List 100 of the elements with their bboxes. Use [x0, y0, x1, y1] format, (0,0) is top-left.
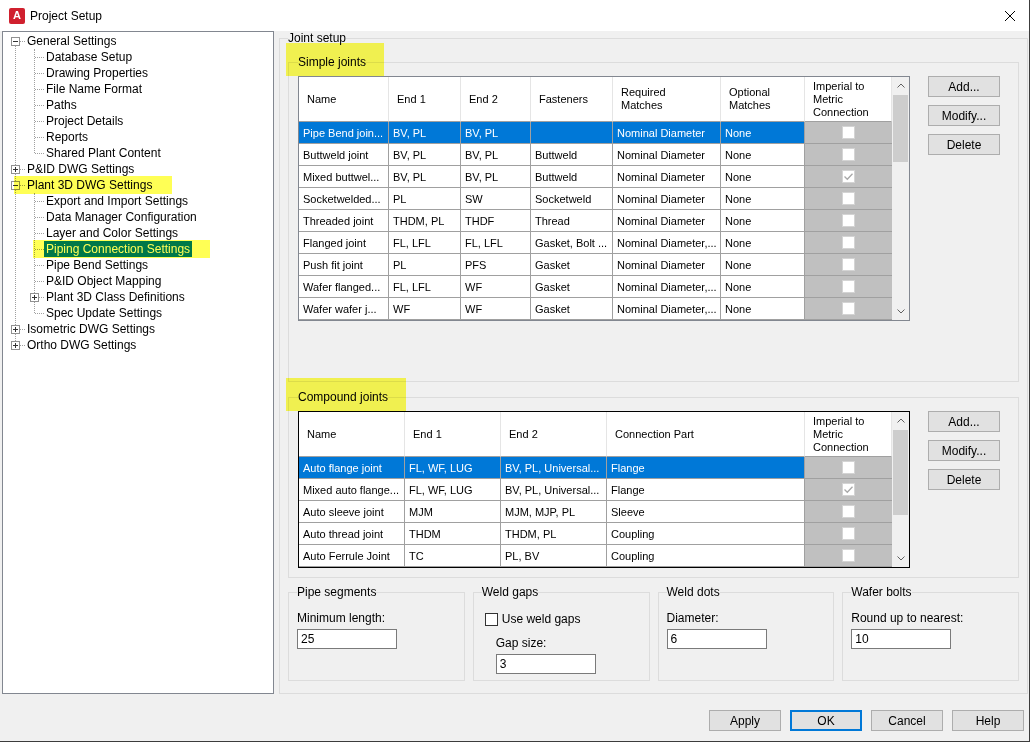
- column-header: Connection Part: [607, 412, 805, 457]
- group-title: Joint setup: [288, 31, 347, 45]
- table-cell: Wafer flanged...: [299, 276, 389, 298]
- table-row[interactable]: Auto sleeve joint MJM MJM, MJP, PL Sleeve: [299, 501, 892, 523]
- tree-item[interactable]: Layer and Color Settings: [44, 225, 181, 241]
- text-field[interactable]: 10: [851, 629, 952, 649]
- column-header: Fasteners: [531, 77, 613, 122]
- table-cell: BV, PL: [461, 122, 531, 144]
- action-button[interactable]: Add...: [928, 76, 1000, 97]
- table-row[interactable]: Push fit joint PL PFS Gasket Nominal Diameter None: [299, 254, 892, 276]
- table-cell: BV, PL: [461, 166, 531, 188]
- chevron-down-icon[interactable]: [896, 309, 905, 314]
- table-cell: Buttweld: [531, 166, 613, 188]
- table-row[interactable]: Auto thread joint THDM THDM, PL Coupling: [299, 523, 892, 545]
- table-cell: Nominal Diameter,...: [613, 276, 721, 298]
- table-row[interactable]: Auto Ferrule Joint TC PL, BV Coupling: [299, 545, 892, 567]
- table-cell: Gasket: [531, 276, 613, 298]
- action-button[interactable]: Delete: [928, 134, 1000, 155]
- table-cell: Push fit joint: [299, 254, 389, 276]
- plus-box-icon[interactable]: [30, 293, 39, 302]
- tree-item[interactable]: General Settings: [25, 33, 119, 49]
- table-row[interactable]: Mixed buttwel... BV, PL BV, PL Buttweld Nominal Diameter None: [299, 166, 892, 188]
- tree-item[interactable]: P&ID Object Mapping: [44, 273, 164, 289]
- tree-item[interactable]: Plant 3D DWG Settings: [25, 177, 155, 193]
- minus-box-icon[interactable]: [11, 37, 20, 46]
- table-cell: BV, PL, Universal...: [501, 479, 607, 501]
- table-row[interactable]: Auto flange joint FL, WF, LUG BV, PL, Universal... Flange: [299, 457, 892, 479]
- action-button[interactable]: Modify...: [928, 105, 1000, 126]
- table-row[interactable]: Threaded joint THDM, PL THDF Thread Nominal Diameter None: [299, 210, 892, 232]
- table-cell: FL, LFL: [389, 276, 461, 298]
- table-cell: Nominal Diameter: [613, 144, 721, 166]
- dialog-button[interactable]: Help: [952, 710, 1024, 731]
- table-cell: PL: [389, 188, 461, 210]
- plus-box-icon[interactable]: [11, 325, 20, 334]
- table-row[interactable]: Buttweld joint BV, PL BV, PL Buttweld Nominal Diameter None: [299, 144, 892, 166]
- tree-item[interactable]: Database Setup: [44, 49, 135, 65]
- table-cell: BV, PL: [389, 122, 461, 144]
- tree-item[interactable]: Ortho DWG Settings: [25, 337, 139, 353]
- table-cell: MJM: [405, 501, 501, 523]
- table-cell: Coupling: [607, 523, 805, 545]
- chevron-up-icon[interactable]: [896, 83, 905, 88]
- column-header: End 2: [501, 412, 607, 457]
- table-row[interactable]: Flanged joint FL, LFL FL, LFL Gasket, Bolt ... Nominal Diameter,... None: [299, 232, 892, 254]
- tree-item[interactable]: Reports: [44, 129, 91, 145]
- checkbox-label[interactable]: Use weld gaps: [501, 612, 581, 626]
- table-cell: Threaded joint: [299, 210, 389, 232]
- tree-item[interactable]: Shared Plant Content: [44, 145, 163, 161]
- tree-item[interactable]: Drawing Properties: [44, 65, 151, 81]
- checkbox[interactable]: [484, 612, 498, 626]
- table-cell: WF: [389, 298, 461, 320]
- field-label: Diameter:: [666, 611, 719, 625]
- text-field[interactable]: 25: [297, 629, 397, 649]
- data-grid[interactable]: [298, 76, 910, 321]
- table-row[interactable]: Mixed auto flange... FL, WF, LUG BV, PL, Universal... Flange: [299, 479, 892, 501]
- tree-item[interactable]: Plant 3D Class Definitions: [44, 289, 187, 305]
- tree-item[interactable]: Isometric DWG Settings: [25, 321, 158, 337]
- table-cell: Nominal Diameter: [613, 210, 721, 232]
- column-header: Imperial to Metric Connection: [805, 412, 892, 457]
- data-grid[interactable]: [298, 411, 910, 568]
- table-cell: THDF: [461, 210, 531, 232]
- tree-item[interactable]: Paths: [44, 97, 79, 113]
- action-button[interactable]: Modify...: [928, 440, 1000, 461]
- table-cell: PL, BV: [501, 545, 607, 567]
- dialog-button[interactable]: Apply: [709, 710, 781, 731]
- table-cell: THDM, PL: [501, 523, 607, 545]
- text-field[interactable]: 6: [666, 629, 767, 649]
- scroll-thumb[interactable]: [893, 430, 908, 515]
- table-cell: THDM: [405, 523, 501, 545]
- chevron-up-icon[interactable]: [896, 418, 905, 423]
- chevron-down-icon[interactable]: [896, 556, 905, 561]
- table-cell: Socketwelded...: [299, 188, 389, 210]
- plus-box-icon[interactable]: [11, 165, 20, 174]
- table-cell: PL: [389, 254, 461, 276]
- table-row[interactable]: Wafer wafer j... WF WF Gasket Nominal Diameter,... None: [299, 298, 892, 320]
- column-header: Name: [299, 77, 389, 122]
- table-row[interactable]: Pipe Bend join... BV, PL BV, PL Nominal Diameter None: [299, 122, 892, 144]
- tree-item[interactable]: P&ID DWG Settings: [25, 161, 137, 177]
- dialog-button[interactable]: Cancel: [871, 710, 943, 731]
- tree-item[interactable]: File Name Format: [44, 81, 145, 97]
- tree-item[interactable]: Spec Update Settings: [44, 305, 165, 321]
- tree-item[interactable]: Pipe Bend Settings: [44, 257, 151, 273]
- table-row[interactable]: Socketwelded... PL SW Socketweld Nominal Diameter None: [299, 188, 892, 210]
- action-button[interactable]: Delete: [928, 469, 1000, 490]
- table-cell: FL, WF, LUG: [405, 457, 501, 479]
- close-icon[interactable]: [1005, 10, 1015, 21]
- table-row[interactable]: Wafer flanged... FL, LFL WF Gasket Nominal Diameter,... None: [299, 276, 892, 298]
- plus-box-icon[interactable]: [11, 341, 20, 350]
- group-title: Compound joints: [298, 390, 389, 404]
- table-cell: Auto Ferrule Joint: [299, 545, 405, 567]
- table-cell: Gasket: [531, 254, 613, 276]
- tree-item[interactable]: Export and Import Settings: [44, 193, 191, 209]
- table-cell: Socketweld: [531, 188, 613, 210]
- dialog-button[interactable]: OK: [790, 710, 862, 731]
- scrollbar[interactable]: [892, 412, 909, 567]
- text-field[interactable]: 3: [495, 654, 596, 674]
- tree-item[interactable]: Data Manager Configuration: [44, 209, 199, 225]
- scroll-thumb[interactable]: [893, 95, 908, 162]
- action-button[interactable]: Add...: [928, 411, 1000, 432]
- scrollbar[interactable]: [892, 77, 909, 320]
- tree-item[interactable]: Project Details: [44, 113, 126, 129]
